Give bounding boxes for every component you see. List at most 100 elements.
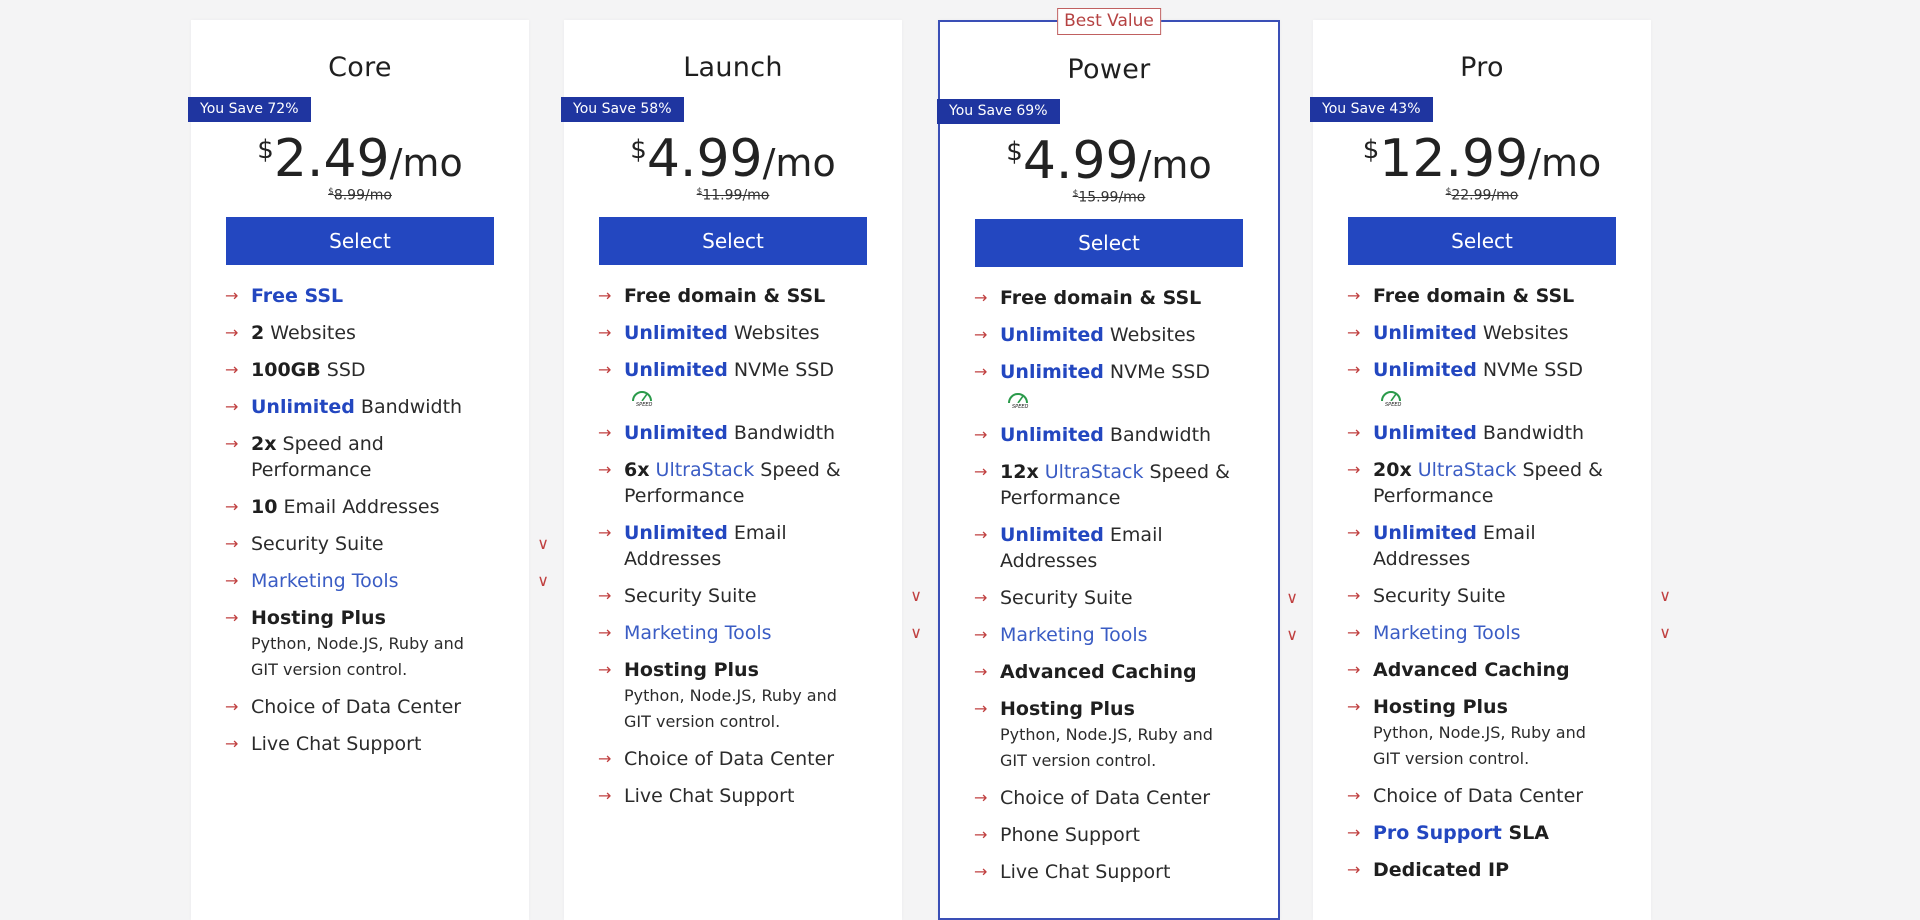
- savings-tag: You Save 43%: [1310, 97, 1433, 122]
- feature-item: → 6x UltraStack Speed & Performance: [598, 457, 864, 509]
- arrow-right-icon: →: [225, 534, 239, 553]
- feature-multiplier: 6x: [624, 459, 650, 481]
- plan-card-power: Best Value Power You Save 69% $4.99/mo $15.9…: [937, 8, 1298, 920]
- chevron-down-icon[interactable]: ∨: [1659, 620, 1671, 646]
- arrow-right-icon: →: [225, 734, 239, 753]
- chevron-down-icon[interactable]: ∨: [910, 620, 922, 646]
- arrow-right-icon: →: [598, 586, 612, 605]
- feature-item: → 2 Websites: [225, 320, 491, 346]
- arrow-right-icon: →: [225, 608, 239, 627]
- feature-dropdown[interactable]: → Security Suite ∨: [225, 531, 549, 557]
- price-currency: $: [1006, 137, 1023, 167]
- chevron-down-icon[interactable]: ∨: [1286, 585, 1298, 611]
- select-button[interactable]: Select: [975, 219, 1243, 267]
- feature-text: Websites: [1476, 322, 1569, 344]
- feature-item: → 2x Speed and Performance: [225, 431, 491, 483]
- select-button[interactable]: Select: [1348, 217, 1616, 265]
- feature-text: NVMe SSD: [1103, 361, 1210, 383]
- feature-item: → Hosting Plus Python, Node.JS, Ruby and G…: [1347, 694, 1613, 772]
- arrow-right-icon: →: [974, 362, 988, 381]
- ultrastack-link[interactable]: UltraStack: [1418, 459, 1517, 481]
- arrow-right-icon: →: [974, 625, 988, 644]
- feature-dropdown-label: Marketing Tools: [624, 622, 772, 644]
- feature-text: Email Addresses: [277, 496, 440, 518]
- chevron-down-icon[interactable]: ∨: [1286, 622, 1298, 648]
- feature-dropdown[interactable]: → Marketing Tools ∨: [225, 568, 549, 594]
- feature-dropdown-label: Security Suite: [1000, 587, 1133, 609]
- original-price: $8.99/mo: [191, 187, 529, 204]
- ultrastack-link[interactable]: UltraStack: [656, 459, 755, 481]
- feature-item: → Choice of Data Center: [1347, 783, 1613, 809]
- original-price: $15.99/mo: [940, 189, 1278, 206]
- price-period: /mo: [389, 141, 463, 185]
- feature-item: → Unlimited Email Addresses: [974, 522, 1240, 574]
- plan-name: Power: [1067, 54, 1151, 85]
- feature-highlight: Unlimited: [1000, 424, 1104, 446]
- chevron-down-icon[interactable]: ∨: [1659, 583, 1671, 609]
- feature-text: Live Chat Support: [1000, 861, 1171, 883]
- feature-item: → Unlimited Bandwidth: [225, 394, 491, 420]
- feature-dropdown[interactable]: → Security Suite ∨: [974, 585, 1298, 611]
- feature-item: → Unlimited Bandwidth: [598, 420, 864, 446]
- feature-item: → Unlimited Websites: [598, 320, 864, 346]
- price-currency: $: [1362, 135, 1380, 165]
- arrow-right-icon: →: [598, 460, 612, 479]
- feature-highlight: Unlimited: [1373, 522, 1477, 544]
- feature-item: → Live Chat Support: [974, 859, 1240, 885]
- feature-subtext: Python, Node.JS, Ruby and GIT version co…: [251, 634, 464, 679]
- feature-highlight: Unlimited: [624, 422, 728, 444]
- feature-item: → Free domain & SSL: [974, 285, 1240, 311]
- plan-name: Pro: [1460, 52, 1504, 83]
- feature-dropdown[interactable]: → Marketing Tools ∨: [1347, 620, 1671, 646]
- feature-item: → Advanced Caching: [1347, 657, 1613, 683]
- feature-highlight: Unlimited: [624, 322, 728, 344]
- price-period: /mo: [1138, 143, 1212, 187]
- feature-item: → 12x UltraStack Speed & Performance: [974, 459, 1240, 511]
- chevron-down-icon[interactable]: ∨: [910, 583, 922, 609]
- feature-item: → Choice of Data Center: [598, 746, 864, 772]
- feature-highlight: Unlimited: [1000, 361, 1104, 383]
- feature-highlight: Unlimited: [1000, 524, 1104, 546]
- arrow-right-icon: →: [598, 286, 612, 305]
- feature-highlight: Unlimited: [624, 522, 728, 544]
- ultrastack-link[interactable]: UltraStack: [1045, 461, 1144, 483]
- feature-text: Bandwidth: [1476, 422, 1585, 444]
- arrow-right-icon: →: [974, 699, 988, 718]
- feature-highlight: Unlimited: [1373, 322, 1477, 344]
- feature-item: → 20x UltraStack Speed & Performance: [1347, 457, 1613, 509]
- chevron-down-icon[interactable]: ∨: [537, 568, 549, 594]
- feature-item: → Unlimited Email Addresses: [1347, 520, 1613, 572]
- original-price-amount: 22.99/mo: [1451, 187, 1519, 204]
- feature-dropdown[interactable]: → Marketing Tools ∨: [598, 620, 922, 646]
- feature-subtext: Python, Node.JS, Ruby and GIT version co…: [1000, 725, 1213, 770]
- feature-item: → Unlimited Websites: [974, 322, 1240, 348]
- arrow-right-icon: →: [1347, 860, 1361, 879]
- feature-highlight: Dedicated IP: [1373, 859, 1510, 881]
- feature-dropdown[interactable]: → Security Suite ∨: [1347, 583, 1671, 609]
- arrow-right-icon: →: [1347, 460, 1361, 479]
- feature-text: NVMe SSD: [1476, 359, 1583, 381]
- price-block: $4.99/mo $11.99/mo: [564, 133, 902, 211]
- feature-text: Phone Support: [1000, 824, 1141, 846]
- arrow-right-icon: →: [225, 397, 239, 416]
- arrow-right-icon: →: [225, 286, 239, 305]
- arrow-right-icon: →: [1347, 697, 1361, 716]
- feature-item: → Unlimited Websites: [1347, 320, 1613, 346]
- feature-text: Websites: [264, 322, 356, 344]
- chevron-down-icon[interactable]: ∨: [537, 531, 549, 557]
- price-amount: 4.99: [1022, 131, 1139, 191]
- feature-title: Hosting Plus: [624, 659, 759, 681]
- select-button[interactable]: Select: [599, 217, 867, 265]
- feature-dropdown[interactable]: → Security Suite ∨: [598, 583, 922, 609]
- arrow-right-icon: →: [974, 425, 988, 444]
- feature-dropdown[interactable]: → Marketing Tools ∨: [974, 622, 1298, 648]
- price-block: $4.99/mo $15.99/mo: [940, 135, 1278, 213]
- select-button[interactable]: Select: [226, 217, 494, 265]
- arrow-right-icon: →: [225, 497, 239, 516]
- arrow-right-icon: →: [1347, 586, 1361, 605]
- feature-dropdown-label: Marketing Tools: [251, 570, 399, 592]
- feature-item: → Free domain & SSL: [598, 283, 864, 309]
- feature-item: → Unlimited Bandwidth: [1347, 420, 1613, 446]
- feature-dropdown-label: Marketing Tools: [1000, 624, 1148, 646]
- plan-card-pro: Pro You Save 43% $12.99/mo $22.99/mo Select →…: [1310, 20, 1671, 920]
